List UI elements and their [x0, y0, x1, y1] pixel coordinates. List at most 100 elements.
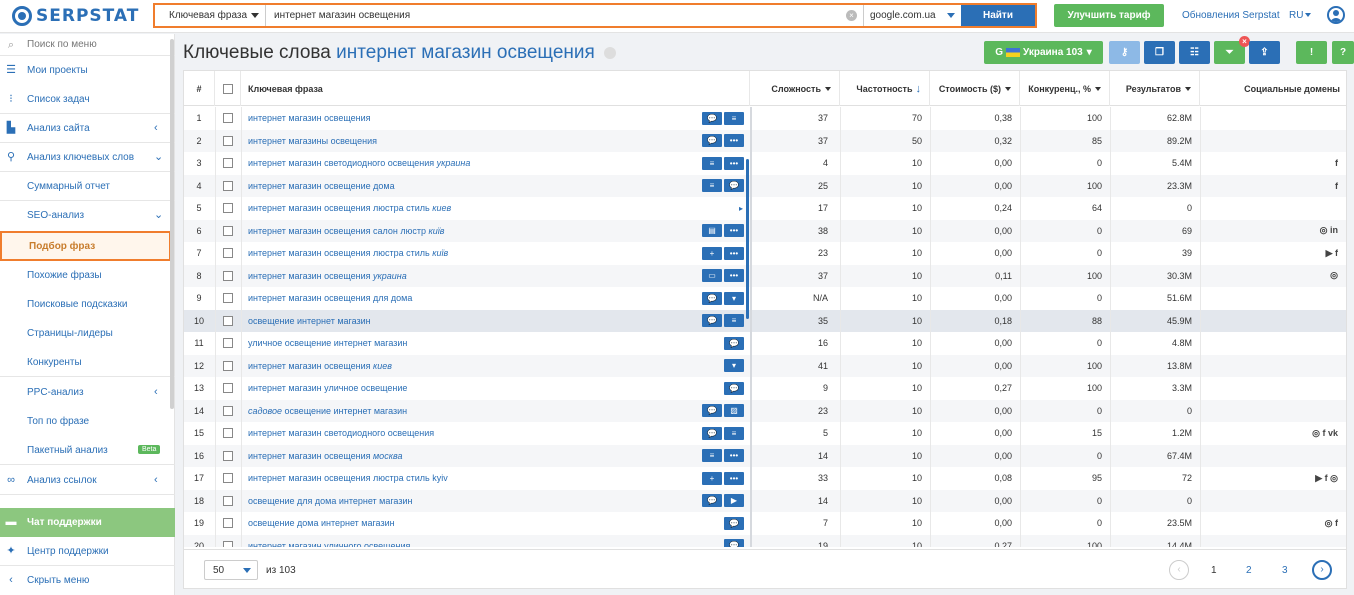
sidebar-item-ppc-analysis[interactable]: PPC-анализ ‹: [0, 378, 175, 407]
keyword-link[interactable]: интернет магазины освещения: [248, 130, 678, 153]
next-page-button[interactable]: ›: [1312, 560, 1332, 580]
expand-arrow-icon[interactable]: ▸: [736, 152, 746, 175]
keyword-link[interactable]: интернет магазин освещения салон люстр к…: [248, 220, 678, 243]
table-row[interactable]: 17 интернет магазин освещения люстра стил…: [184, 467, 1346, 490]
keyword-link[interactable]: интернет магазин светодиодного освещения: [248, 422, 678, 445]
expand-arrow-icon[interactable]: ▸: [736, 422, 746, 445]
sidebar-item-projects[interactable]: ☰ Мои проекты: [0, 56, 175, 85]
keyword-link[interactable]: интернет магазин светодиодного освещения…: [248, 152, 678, 175]
serpstat-logo[interactable]: SERPSTAT: [12, 6, 139, 26]
expand-arrow-icon[interactable]: ▸: [736, 512, 746, 535]
row-checkbox[interactable]: [223, 180, 233, 191]
table-row[interactable]: 14 садовое освещение интернет магазин 💬 ▨ ▸ 2…: [184, 399, 1346, 423]
sidebar-item-similar-phrases[interactable]: Похожие фразы: [0, 261, 175, 290]
keyword-link[interactable]: интернет магазин освещения люстра стиль …: [248, 242, 678, 265]
table-row[interactable]: 7 интернет магазин освещения люстра стиль…: [184, 242, 1346, 265]
expand-arrow-icon[interactable]: ▸: [736, 355, 746, 378]
sidebar-item-competitors[interactable]: Конкуренты: [0, 348, 175, 377]
table-scrollbar[interactable]: [746, 159, 749, 319]
report-issue-button[interactable]: !: [1296, 41, 1327, 64]
serp-feature-icon[interactable]: ≡: [702, 179, 722, 193]
table-row[interactable]: 19 освещение дома интернет магазин 💬 ▸ 7 10 0,…: [184, 512, 1346, 535]
table-row[interactable]: 10 освещение интернет магазин 💬 ≡ ▸ 35 10 0,18 8…: [184, 309, 1346, 333]
keyword-link[interactable]: уличное освещение интернет магазин: [248, 332, 678, 355]
keyword-link[interactable]: освещение интернет магазин: [248, 310, 678, 333]
expand-arrow-icon[interactable]: ▸: [736, 242, 746, 265]
serp-feature-icon[interactable]: 💬: [702, 291, 722, 305]
search-type-select[interactable]: Ключевая фраза: [155, 5, 266, 26]
filter-button[interactable]: ⏷ ×: [1214, 36, 1250, 64]
search-input[interactable]: интернет магазин освещения ×: [266, 5, 863, 26]
serp-feature-icon[interactable]: 💬: [702, 314, 722, 328]
expand-arrow-icon[interactable]: ▸: [736, 310, 746, 333]
table-row[interactable]: 1 интернет магазин освещения 💬 ≡ ▸ 37 70 0,38 10…: [184, 107, 1346, 130]
keyword-link[interactable]: интернет магазин освещения москва: [248, 445, 678, 468]
page-2[interactable]: 2: [1246, 565, 1252, 576]
info-icon[interactable]: [604, 46, 617, 59]
serp-feature-icon[interactable]: 💬: [702, 111, 722, 125]
sidebar-item-top-by-phrase[interactable]: Топ по фразе: [0, 407, 175, 436]
table-row[interactable]: 20 интернет магазин уличного освещения 💬 ▸ 1…: [184, 534, 1346, 547]
page-1[interactable]: 1: [1211, 565, 1217, 576]
keyword-link[interactable]: интернет магазин освещения украина: [248, 265, 678, 288]
search-button[interactable]: Найти: [961, 5, 1035, 26]
user-avatar-icon[interactable]: [1327, 6, 1345, 24]
sidebar-item-support-chat[interactable]: ▬ Чат поддержки: [0, 508, 175, 537]
row-checkbox[interactable]: [223, 540, 233, 547]
col-cost[interactable]: Стоимость ($): [930, 71, 1020, 106]
expand-arrow-icon[interactable]: ▸: [736, 287, 746, 310]
table-row[interactable]: 4 интернет магазин освещение дома ≡ 💬 ▸ 25 10 0…: [184, 174, 1346, 197]
serp-feature-icon[interactable]: ▤: [702, 224, 722, 238]
row-checkbox[interactable]: [223, 450, 233, 461]
table-row[interactable]: 5 интернет магазин освещения люстра стиль…: [184, 197, 1346, 220]
expand-arrow-icon[interactable]: ▸: [736, 467, 746, 490]
expand-arrow-icon[interactable]: ▸: [736, 445, 746, 468]
expand-arrow-icon[interactable]: ▸: [736, 220, 746, 243]
row-checkbox[interactable]: [223, 270, 233, 281]
keyword-link[interactable]: садовое освещение интернет магазин: [248, 400, 678, 423]
serp-feature-icon[interactable]: 💬: [702, 426, 722, 440]
table-row[interactable]: 12 интернет магазин освещения киев ▾ ▸ 41 10 0…: [184, 354, 1346, 378]
sidebar-scrollbar[interactable]: [170, 39, 174, 409]
select-all-checkbox[interactable]: [222, 83, 233, 94]
keyword-link[interactable]: интернет магазин освещения для дома: [248, 287, 678, 310]
row-checkbox[interactable]: [223, 360, 233, 371]
row-checkbox[interactable]: [223, 248, 233, 259]
col-frequency[interactable]: Частотность ↓: [840, 71, 930, 106]
row-checkbox[interactable]: [223, 203, 233, 214]
keyword-link[interactable]: интернет магазин освещения люстра стиль …: [248, 467, 678, 490]
row-checkbox[interactable]: [223, 293, 233, 304]
col-difficulty[interactable]: Сложность: [750, 71, 840, 106]
language-select[interactable]: RU: [1289, 10, 1312, 21]
per-page-select[interactable]: 50: [204, 560, 258, 580]
prev-page-button[interactable]: ‹: [1169, 560, 1189, 580]
col-results[interactable]: Результатов: [1110, 71, 1200, 106]
expand-arrow-icon[interactable]: ▸: [736, 197, 746, 220]
key-button[interactable]: ⚷: [1109, 41, 1140, 64]
updates-link[interactable]: Обновления Serpstat: [1182, 10, 1280, 21]
expand-arrow-icon[interactable]: ▸: [736, 377, 746, 400]
copy-button[interactable]: ❐: [1144, 41, 1175, 64]
expand-arrow-icon[interactable]: ▸: [736, 107, 746, 130]
region-button[interactable]: G Украина 103 ▾: [984, 41, 1103, 64]
serp-feature-icon[interactable]: 💬: [702, 404, 722, 418]
sidebar-item-keyword-analysis[interactable]: ⚲ Анализ ключевых слов ⌄: [0, 143, 175, 172]
row-checkbox[interactable]: [223, 338, 233, 349]
row-checkbox[interactable]: [223, 135, 233, 146]
keyword-link[interactable]: интернет магазин уличного освещения: [248, 535, 678, 547]
expand-arrow-icon[interactable]: ▸: [736, 490, 746, 513]
export-button[interactable]: ⇪: [1249, 41, 1280, 64]
serp-feature-icon[interactable]: +: [702, 246, 722, 260]
menu-search-input[interactable]: ⌕ Поиск по меню: [0, 34, 175, 56]
expand-arrow-icon[interactable]: ▸: [736, 130, 746, 153]
serp-feature-icon[interactable]: 💬: [702, 134, 722, 148]
sidebar-item-summary-report[interactable]: Суммарный отчет: [0, 172, 175, 201]
table-row[interactable]: 15 интернет магазин светодиодного освещен…: [184, 422, 1346, 445]
table-row[interactable]: 6 интернет магазин освещения салон люстр …: [184, 219, 1346, 243]
expand-arrow-icon[interactable]: ▸: [736, 535, 746, 547]
serp-feature-icon[interactable]: 💬: [702, 494, 722, 508]
table-row[interactable]: 3 интернет магазин светодиодного освещени…: [184, 152, 1346, 175]
table-row[interactable]: 8 интернет магазин освещения украина ▭ ••• ▸…: [184, 264, 1346, 288]
row-checkbox[interactable]: [223, 113, 233, 124]
table-row[interactable]: 13 интернет магазин уличное освещение 💬 ▸ 9 1…: [184, 377, 1346, 400]
